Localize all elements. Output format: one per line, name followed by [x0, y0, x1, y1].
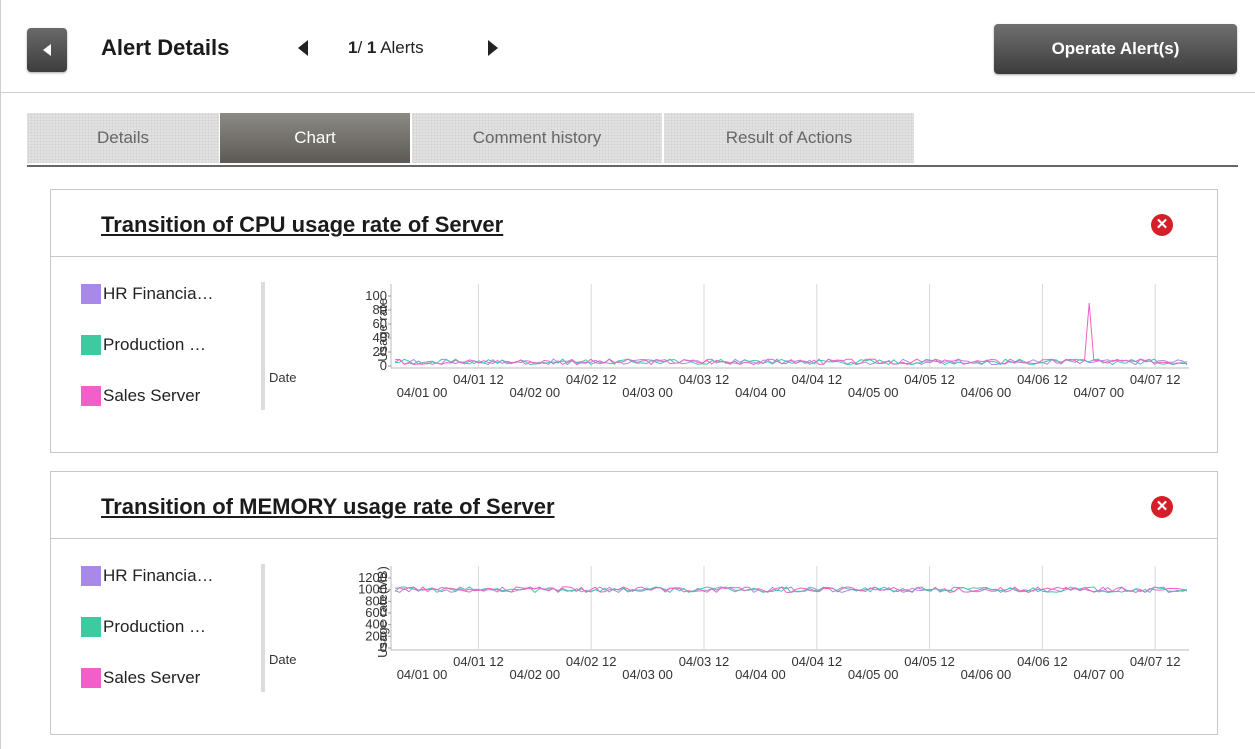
x-tick-label: 04/01 12: [453, 654, 504, 669]
x-tick-label: 04/02 00: [510, 385, 561, 400]
back-button[interactable]: [27, 28, 67, 72]
x-tick-label: 04/04 00: [735, 667, 786, 682]
tab-bar: Details Chart Comment history Result of …: [27, 113, 1238, 167]
x-tick-label: 04/01 00: [397, 667, 448, 682]
header: Alert Details 1/ 1 Alerts Operate Alert(…: [0, 0, 1255, 93]
x-tick-label: 04/07 12: [1130, 372, 1181, 387]
tab-details[interactable]: Details: [27, 113, 219, 163]
previous-alert-icon[interactable]: [298, 40, 308, 56]
cpu-chart-panel: Transition of CPU usage rate of Server ✕…: [50, 189, 1218, 453]
legend-label: Sales Server: [103, 386, 201, 405]
x-tick-label: 04/04 12: [791, 372, 842, 387]
x-tick-label: 04/07 00: [1073, 385, 1124, 400]
legend-swatch: [81, 668, 101, 688]
x-tick-label: 04/03 00: [622, 667, 673, 682]
x-tick-label: 04/07 12: [1130, 654, 1181, 669]
panel-title[interactable]: Transition of MEMORY usage rate of Serve…: [101, 494, 555, 520]
counter-unit: Alerts: [380, 38, 424, 57]
x-tick-label: 04/06 12: [1017, 654, 1068, 669]
legend-swatch: [81, 566, 101, 586]
left-border: [0, 0, 1, 749]
x-tick-label: 04/03 12: [679, 372, 730, 387]
x-tick-label: 04/02 00: [510, 667, 561, 682]
legend-label: Production …: [103, 617, 206, 636]
close-icon[interactable]: ✕: [1151, 496, 1173, 518]
x-tick-label: 04/06 00: [961, 667, 1012, 682]
next-alert-icon[interactable]: [488, 40, 498, 56]
legend-label: Production …: [103, 335, 206, 354]
x-tick-label: 04/02 12: [566, 372, 617, 387]
tab-result-of-actions[interactable]: Result of Actions: [664, 113, 914, 163]
page-title: Alert Details: [101, 35, 230, 60]
tab-comment-history[interactable]: Comment history: [412, 113, 662, 163]
panel-header: Transition of CPU usage rate of Server ✕: [51, 190, 1217, 257]
legend-swatch: [81, 335, 101, 355]
x-tick-label: 04/07 00: [1073, 667, 1124, 682]
x-tick-label: 04/03 00: [622, 385, 673, 400]
operate-alerts-button[interactable]: Operate Alert(s): [994, 24, 1237, 74]
x-tick-label: 04/01 00: [397, 385, 448, 400]
legend-swatch: [81, 386, 101, 406]
memory-chart-panel: Transition of MEMORY usage rate of Serve…: [50, 471, 1218, 735]
cpu-usage-chart: 020406080100Usage rateDate04/01 0004/01 …: [261, 282, 1189, 410]
x-tick-label: 04/06 12: [1017, 372, 1068, 387]
alert-counter: 1/ 1 Alerts: [348, 38, 424, 58]
legend-divider: [261, 282, 265, 410]
x-axis-label: Date: [269, 370, 296, 385]
series-line: [394, 302, 1187, 366]
counter-total: 1: [366, 38, 377, 57]
y-axis-label: Usage rate: [375, 298, 390, 362]
x-tick-label: 04/01 12: [453, 372, 504, 387]
y-axis-label: Usage rate(MB): [375, 566, 390, 658]
legend-divider: [261, 564, 265, 692]
x-tick-label: 04/04 12: [791, 654, 842, 669]
x-tick-label: 04/05 12: [904, 654, 955, 669]
legend-swatch: [81, 617, 101, 637]
x-tick-label: 04/05 00: [848, 385, 899, 400]
close-icon[interactable]: ✕: [1151, 214, 1173, 236]
x-tick-label: 04/05 12: [904, 372, 955, 387]
x-axis-label: Date: [269, 652, 296, 667]
legend-label: HR Financia…: [103, 566, 214, 585]
tab-chart[interactable]: Chart: [220, 113, 410, 163]
x-tick-label: 04/03 12: [679, 654, 730, 669]
x-tick-label: 04/02 12: [566, 654, 617, 669]
x-tick-label: 04/04 00: [735, 385, 786, 400]
counter-separator: /: [357, 38, 367, 57]
panel-header: Transition of MEMORY usage rate of Serve…: [51, 472, 1217, 539]
x-tick-label: 04/06 00: [961, 385, 1012, 400]
memory-usage-chart: 020040060080010001200Usage rate(MB)Date0…: [261, 564, 1189, 692]
legend-label: Sales Server: [103, 668, 201, 687]
legend-swatch: [81, 284, 101, 304]
x-tick-label: 04/05 00: [848, 667, 899, 682]
legend-label: HR Financia…: [103, 284, 214, 303]
chevron-left-icon: [43, 44, 51, 56]
panel-title[interactable]: Transition of CPU usage rate of Server: [101, 212, 503, 238]
